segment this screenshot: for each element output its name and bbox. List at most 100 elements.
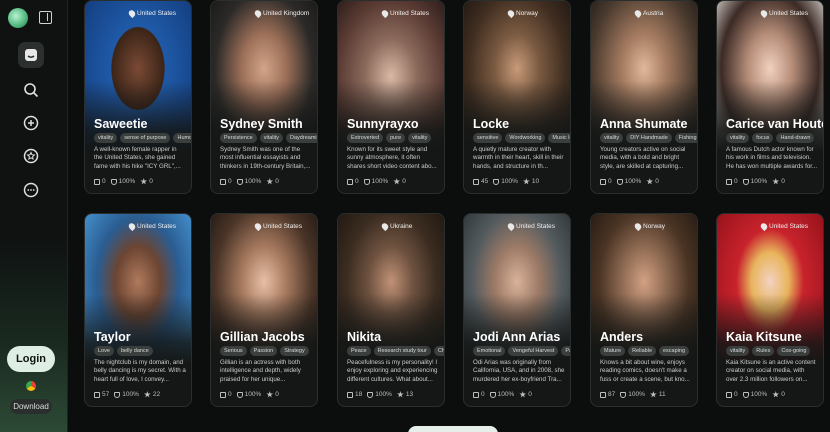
star-badge-icon[interactable] xyxy=(18,143,44,169)
more-dots-icon[interactable] xyxy=(18,177,44,203)
tag-chip: vitality xyxy=(726,346,750,356)
like-rate: 100% xyxy=(375,391,392,398)
star-icon xyxy=(772,391,780,398)
tag-list: PeaceResearch study tourChemistry xyxy=(347,346,444,356)
login-button[interactable]: Login xyxy=(7,346,55,372)
tag-chip: Research study tour xyxy=(373,346,431,356)
tag-chip: belly dance xyxy=(116,346,153,356)
like-rate: 100% xyxy=(244,178,262,185)
tag-chip: Chemistry xyxy=(433,346,444,356)
country-label: United States xyxy=(506,221,555,232)
location-pin-icon xyxy=(380,8,390,19)
like-rate: 100% xyxy=(118,178,136,185)
character-description: Odi Arias was originally from California… xyxy=(473,359,565,383)
chat-count-icon xyxy=(347,178,353,185)
plus-icon[interactable] xyxy=(18,110,44,136)
card-stats: 0 100% 0 xyxy=(220,391,279,398)
location-pin-icon xyxy=(633,221,643,232)
thumbs-up-icon xyxy=(620,391,627,398)
character-card[interactable]: Ukraine Nikita Peace Research study tour C… xyxy=(337,213,445,407)
collapse-sidebar-icon[interactable] xyxy=(39,11,52,24)
character-name: Sunnyrayxo xyxy=(347,117,419,131)
star-icon xyxy=(143,391,151,398)
chat-count-icon xyxy=(347,391,353,398)
country-text: United States xyxy=(390,10,430,17)
character-card[interactable]: United Kingdom Sydney Smith Persistence v… xyxy=(210,0,318,194)
chat-bubble-icon[interactable] xyxy=(18,42,44,68)
character-card[interactable]: Norway Anders Mature Reliable escaping Kno… xyxy=(590,213,698,407)
search-icon[interactable] xyxy=(18,77,44,103)
star-count: 0 xyxy=(655,178,659,185)
chat-count-icon xyxy=(600,178,606,185)
thumbs-up-icon xyxy=(236,391,243,398)
like-rate: 100% xyxy=(628,391,645,398)
character-card[interactable]: United States Gillian Jacobs Serious Pass… xyxy=(210,213,318,407)
location-pin-icon xyxy=(633,8,643,19)
country-text: United States xyxy=(137,10,177,17)
star-icon xyxy=(393,178,401,185)
character-card[interactable]: United States Taylor Love belly dance The… xyxy=(84,213,192,407)
character-name: Anna Shumate xyxy=(600,117,688,131)
character-description: Known for its sweet style and sunny atmo… xyxy=(347,146,437,170)
tag-chip: Extroverted xyxy=(347,133,384,143)
country-text: Austria xyxy=(643,10,664,17)
card-stats: 0 100% 0 xyxy=(94,178,153,185)
character-grid: United States Saweetie vitality sense of … xyxy=(68,0,830,432)
country-label: Ukraine xyxy=(380,221,412,232)
star-icon xyxy=(772,178,780,185)
character-card[interactable]: United States Kaia Kitsune vitality Rules… xyxy=(716,213,824,407)
star-count: 0 xyxy=(149,178,153,185)
character-card[interactable]: Austria Anna Shumate vitality DIY Handmad… xyxy=(590,0,698,194)
location-pin-icon xyxy=(759,221,769,232)
chat-count-icon xyxy=(220,391,226,398)
country-label: United States xyxy=(759,8,808,19)
card-stats: 45 100% 10 xyxy=(473,178,539,185)
download-app-icon xyxy=(26,381,36,391)
star-icon xyxy=(649,391,657,398)
thumbs-up-icon xyxy=(493,178,500,185)
download-button[interactable]: Download xyxy=(10,399,52,414)
country-text: United Kingdom xyxy=(263,10,310,17)
chat-count-icon xyxy=(473,178,479,185)
character-card[interactable]: United States Saweetie vitality sense of … xyxy=(84,0,192,194)
chat-count-icon xyxy=(726,178,732,185)
tag-chip: Daydreaming xyxy=(286,133,317,143)
tag-chip: vitality xyxy=(259,133,284,143)
chat-count: 0 xyxy=(228,178,232,185)
tag-chip: Love xyxy=(94,346,114,356)
thumbs-up-icon xyxy=(114,391,121,398)
tag-chip: focus xyxy=(752,133,774,143)
country-label: Austria xyxy=(633,8,664,19)
tag-list: vitality focus Hand-drawn xyxy=(726,133,823,143)
character-description: A quietly mature creator with warmth in … xyxy=(473,146,564,170)
star-icon xyxy=(646,178,654,185)
character-card[interactable]: United States Sunnyrayxo Extroverted pure… xyxy=(337,0,445,194)
card-stats: 87 100% 11 xyxy=(600,391,666,398)
character-description: A famous Dutch actor known for his work … xyxy=(726,146,818,170)
thumbs-up-icon xyxy=(489,391,496,398)
thumbs-up-icon xyxy=(110,178,117,185)
tag-list: EmotionalVengeful HarvestPainting xyxy=(473,346,570,356)
country-label: United States xyxy=(127,221,176,232)
thumbs-up-icon xyxy=(367,391,374,398)
tag-chip: sense of purpose xyxy=(120,133,171,143)
character-card[interactable]: United States Carice van Houten vitality… xyxy=(716,0,824,194)
card-stats: 0 100% 0 xyxy=(220,178,279,185)
country-label: United States xyxy=(127,8,177,19)
app-logo-icon[interactable] xyxy=(8,8,28,28)
card-stats: 0 100% 0 xyxy=(726,178,785,185)
star-count: 0 xyxy=(275,391,279,398)
tag-list: Serious Passion Strategy xyxy=(220,346,317,356)
tag-chip: Cos-going xyxy=(777,346,811,356)
thumbs-up-icon xyxy=(363,178,370,185)
character-name: Anders xyxy=(600,330,644,344)
tag-chip: vitality xyxy=(600,133,624,143)
character-card[interactable]: United States Jodi Ann Arias Emotional Ve… xyxy=(463,213,571,407)
chat-count: 45 xyxy=(481,178,489,185)
character-card[interactable]: Norway Locke sensitive Wordworking Music l… xyxy=(463,0,571,194)
bottom-action-button[interactable] xyxy=(408,426,498,432)
tag-list: PersistencevitalityDaydreaming xyxy=(220,133,317,143)
tag-chip: vitality xyxy=(94,133,118,143)
tag-chip: Reliable xyxy=(628,346,656,356)
tag-chip: Music lover xyxy=(548,133,570,143)
